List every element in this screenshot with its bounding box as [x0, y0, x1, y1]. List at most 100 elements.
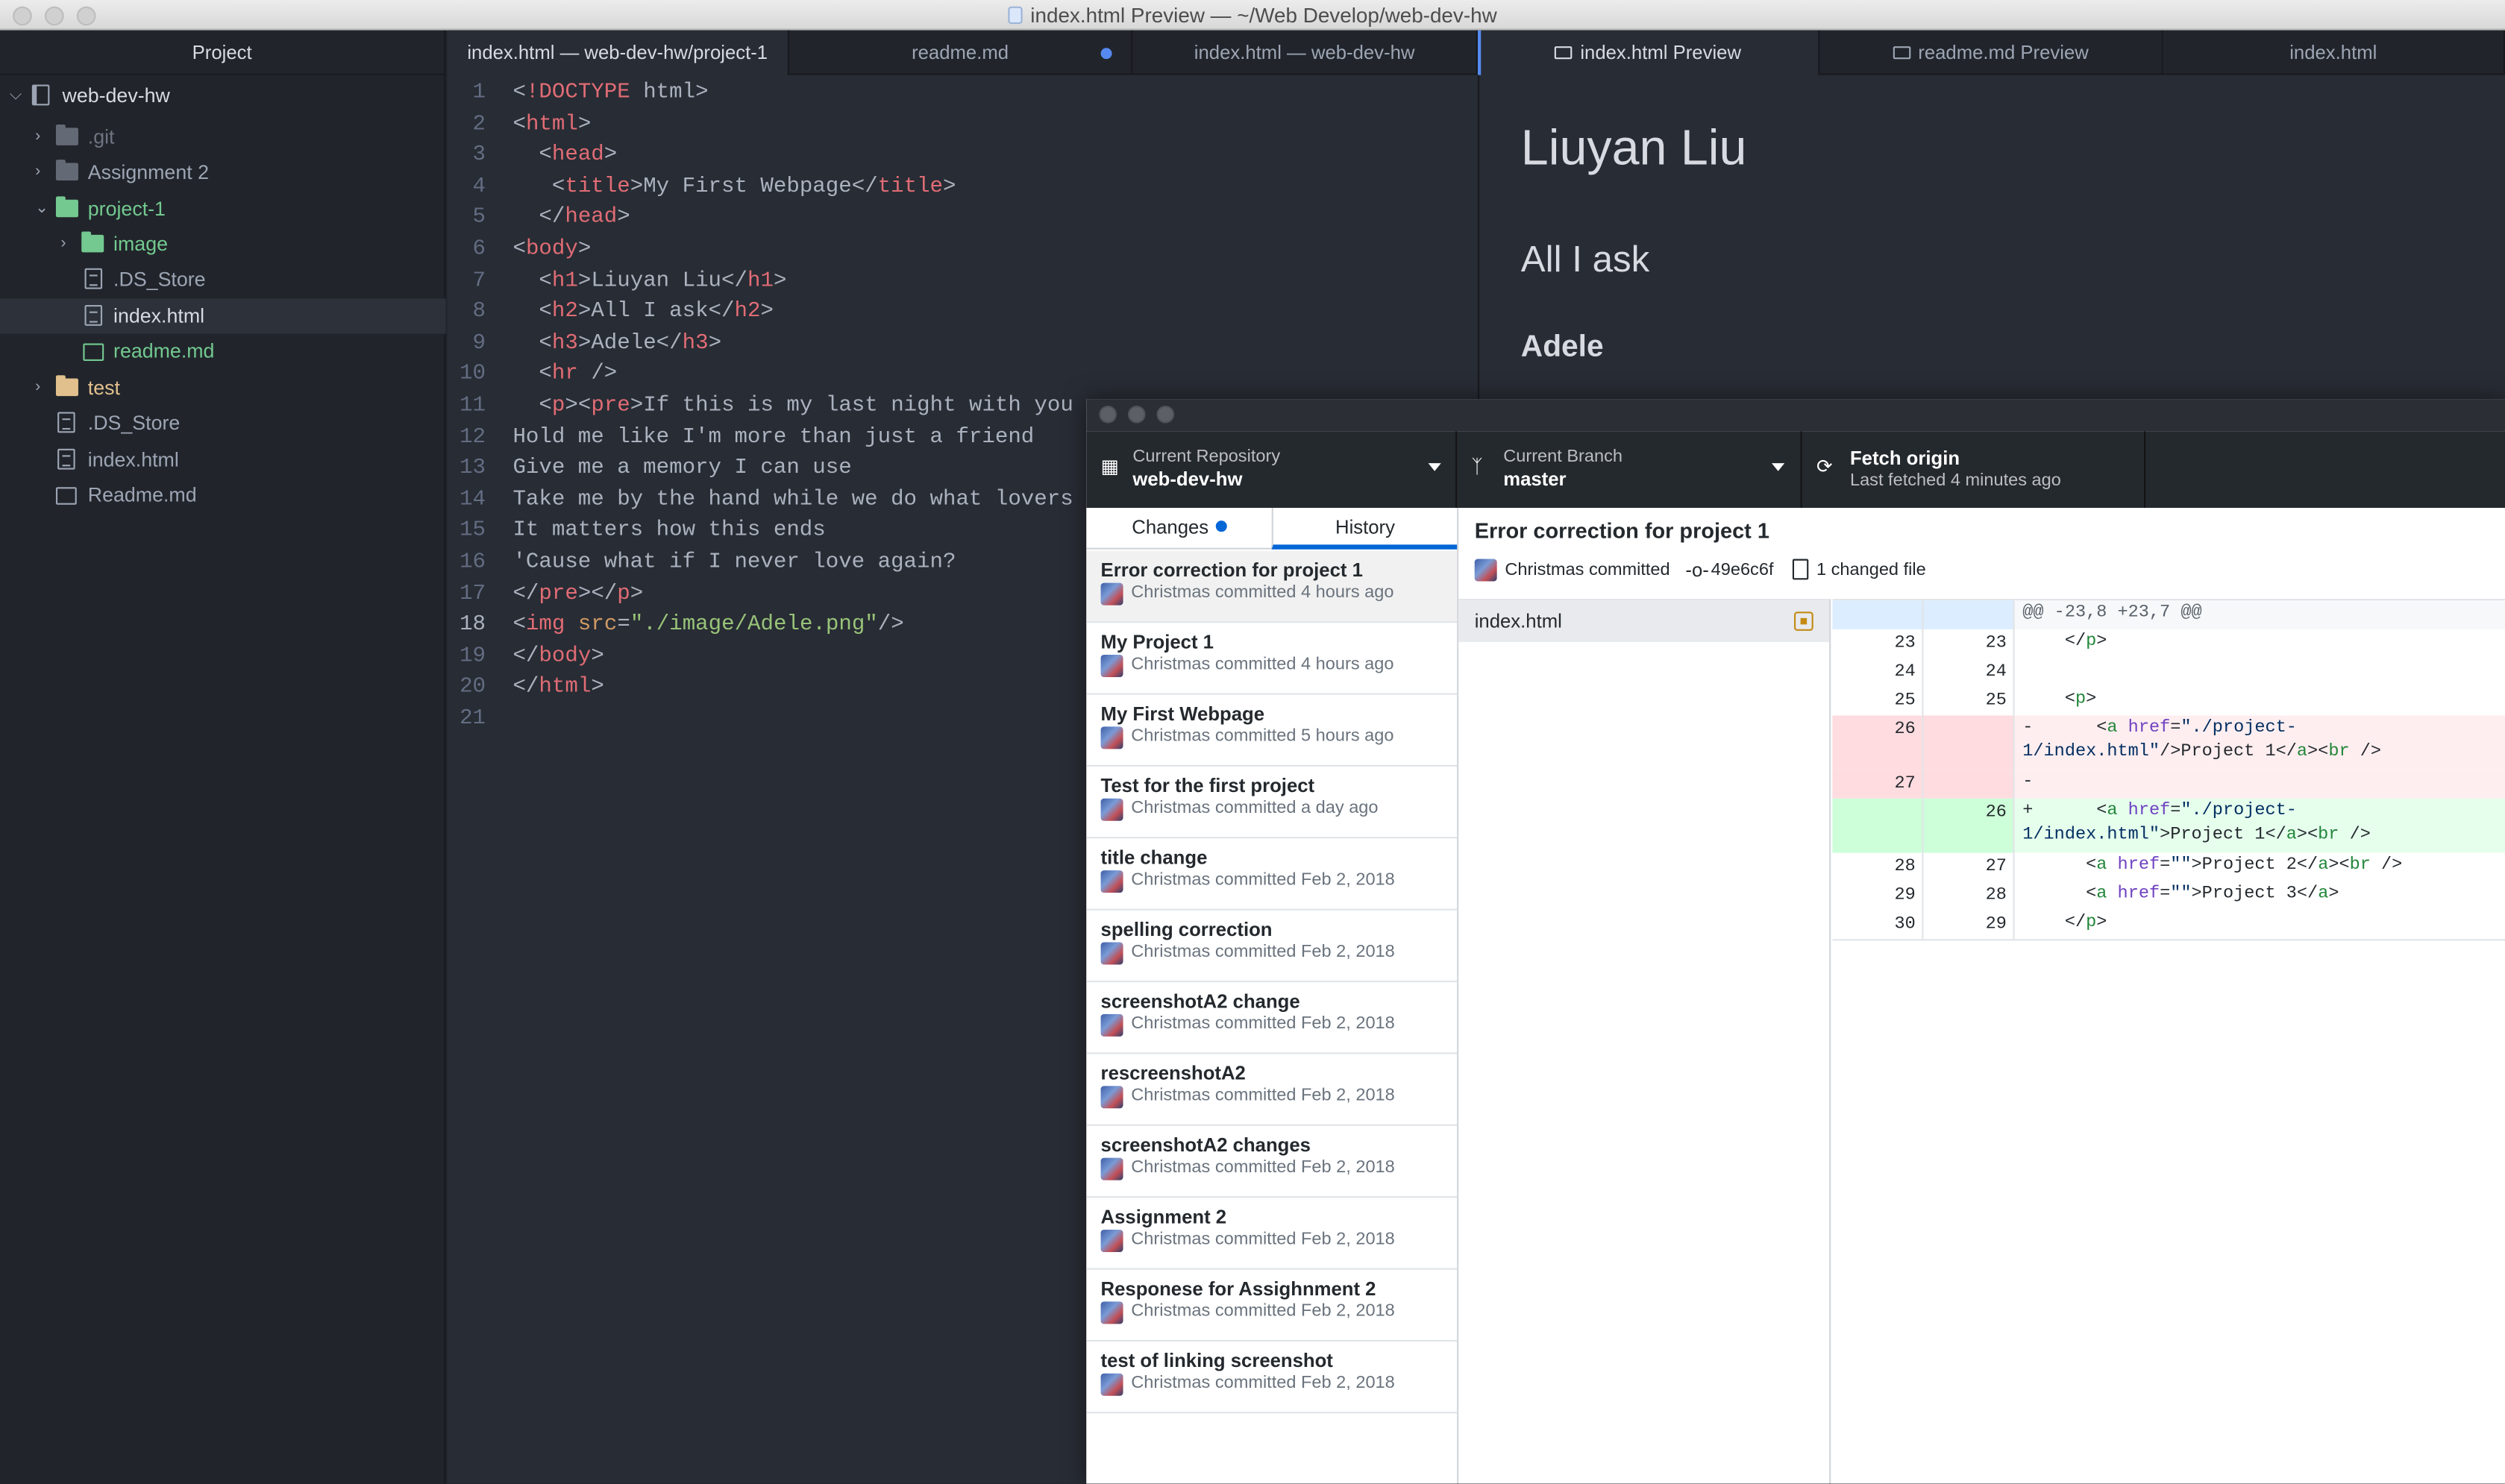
diff-line[interactable]: 28 27 <a href="">Project 2</a><br /> [1832, 852, 2505, 882]
code-text: <title>My First Webpage</title> [512, 175, 956, 200]
preview-heading-3: Adele [1520, 330, 1604, 365]
avatar [1100, 1013, 1123, 1037]
avatar [1474, 559, 1497, 582]
folder-icon [55, 125, 78, 145]
commit-icon: -o- [1685, 559, 1709, 582]
tree-item-folder[interactable]: ⌄ project-1 [0, 192, 446, 227]
diff-line-text: - <a href="./project-1/index.html"/>Proj… [2022, 718, 2382, 761]
chevron-down-icon: ⌵ [9, 86, 22, 104]
diff-line[interactable]: 27 - [1832, 770, 2505, 799]
chevron-right-icon: › [60, 234, 66, 253]
code-text: <h2>All I ask</h2> [512, 300, 774, 324]
tab-index-html-web-dev-hw[interactable]: index.html — web-dev-hw [1132, 30, 1478, 75]
line-number: 9 [472, 332, 486, 356]
new-line-number: 24 [1923, 658, 2015, 687]
current-repository-button[interactable]: ▦ Current Repository web-dev-hw [1086, 431, 1458, 509]
new-line-number: 28 [1923, 881, 2015, 911]
file-icon [84, 268, 103, 289]
line-number: 13 [460, 456, 486, 481]
commit-list-meta: Christmas committed Feb 2, 2018 [1131, 1373, 1395, 1393]
diff-line[interactable]: 29 28 <a href="">Project 3</a> [1832, 881, 2505, 911]
commit-list-meta: Christmas committed Feb 2, 2018 [1131, 1301, 1395, 1321]
old-line-number: 25 [1832, 686, 1924, 716]
chevron-down-icon: ⌄ [35, 199, 49, 218]
code-text: <body> [512, 238, 592, 262]
document-icon [1008, 6, 1023, 25]
tab-index-html[interactable]: index.html [2163, 30, 2505, 75]
fetch-origin-button[interactable]: ⟳ Fetch origin Last fetched 4 minutes ag… [1802, 431, 2146, 509]
tree-item-file[interactable]: Readme.md [0, 477, 446, 512]
zoom-window-button[interactable] [1156, 405, 1175, 424]
diff-line[interactable]: @@ -23,8 +23,7 @@ [1832, 600, 2505, 629]
diff-line[interactable]: 30 29 </p> [1832, 910, 2505, 940]
tree-item-folder[interactable]: › .git [0, 120, 446, 155]
diff-line[interactable]: 23 23 </p> [1832, 629, 2505, 658]
code-text: <p><pre>If this is my last night with yo… [512, 394, 1073, 419]
minimize-window-button[interactable] [1127, 405, 1146, 424]
tree-item-folder[interactable]: › test [0, 371, 446, 406]
commit-list-item[interactable]: spelling correction Christmas committed F… [1086, 911, 1458, 983]
tab-bar: index.html — web-dev-hw/project-1 readme… [447, 30, 2505, 77]
changes-indicator-dot-icon [1214, 521, 1226, 532]
code-text: Hold me like I'm more than just a friend [512, 426, 1035, 450]
new-line-number: 29 [1923, 910, 2015, 940]
tab-changes[interactable]: Changes [1086, 508, 1271, 550]
commit-list-item[interactable]: My Project 1 Christmas committed 4 hours … [1086, 623, 1458, 695]
diff-line-text: </p> [2022, 913, 2107, 933]
diff-line-text: @@ -23,8 +23,7 @@ [2022, 603, 2202, 623]
commit-sha[interactable]: 49e6c6f [1711, 561, 1774, 580]
line-number: 15 [460, 519, 486, 544]
changed-files-count: 1 changed file [1816, 560, 1926, 580]
commit-list-meta: Christmas committed 4 hours ago [1131, 582, 1394, 603]
commit-list-item[interactable]: Test for the first project Christmas comm… [1086, 767, 1458, 839]
repo-icon [31, 84, 50, 106]
file-icon [57, 412, 75, 433]
diff-line[interactable]: 25 25 <p> [1832, 686, 2505, 716]
commit-list-meta: Christmas committed Feb 2, 2018 [1131, 1013, 1395, 1034]
commit-detail-panel: Error correction for project 1 Christmas… [1458, 508, 2505, 1484]
tab-index-html-project-1[interactable]: index.html — web-dev-hw/project-1 [447, 30, 789, 77]
commit-list-item[interactable]: test of linking screenshot Christmas comm… [1086, 1342, 1458, 1414]
chevron-right-icon: › [35, 163, 41, 181]
tree-item-file[interactable]: .DS_Store [0, 406, 446, 441]
new-line-number [1923, 770, 2015, 799]
code-text: <h3>Adele</h3> [512, 332, 722, 356]
new-line-number: 26 [1923, 798, 2015, 853]
code-text: </body> [512, 645, 604, 670]
commit-list-item[interactable]: rescreenshotA2 Christmas committed Feb 2,… [1086, 1054, 1458, 1126]
tab-readme-md[interactable]: readme.md [789, 30, 1133, 75]
folder-icon [81, 231, 104, 253]
tree-item-folder[interactable]: › image [0, 227, 446, 262]
tree-item-file[interactable]: index.html [0, 442, 446, 477]
tree-item-file-selected[interactable]: index.html [0, 298, 446, 334]
current-branch-button[interactable]: ᛉ Current Branch master [1457, 431, 1802, 509]
commit-list-item[interactable]: Responese for Assighnment 2 Christmas com… [1086, 1270, 1458, 1342]
modified-dot-icon [1100, 48, 1112, 60]
commit-list-item[interactable]: title change Christmas committed Feb 2, 2… [1086, 838, 1458, 911]
old-line-number: 27 [1832, 770, 1924, 799]
commit-list-item[interactable]: screenshotA2 changes Christmas committed … [1086, 1126, 1458, 1198]
tree-item-file[interactable]: .DS_Store [0, 262, 446, 297]
tree-item-folder[interactable]: › Assignment 2 [0, 155, 446, 190]
commit-list-title: Responese for Assighnment 2 [1100, 1277, 1376, 1301]
commit-list-item[interactable]: Assignment 2 Christmas committed Feb 2, 2… [1086, 1198, 1458, 1270]
folder-icon [55, 196, 78, 218]
diff-line[interactable]: 26 - <a href="./project-1/index.html"/>Pr… [1832, 715, 2505, 770]
line-number: 20 [460, 675, 486, 700]
close-window-button[interactable] [1099, 405, 1117, 424]
preview-heading-2: All I ask [1520, 238, 1650, 280]
diff-line-text: + <a href="./project-1/index.html">Proje… [2022, 802, 2371, 844]
diff-line[interactable]: 26 + <a href="./project-1/index.html">Pro… [1832, 798, 2505, 853]
tree-item-repo[interactable]: ⌵ web-dev-hw [0, 78, 446, 113]
commit-list-item[interactable]: screenshotA2 change Christmas committed F… [1086, 982, 1458, 1054]
github-desktop-window: ▦ Current Repository web-dev-hw ᛉ Curren… [1086, 399, 2505, 1484]
changed-file-item[interactable]: index.html [1458, 600, 1830, 642]
commit-list-item[interactable]: My First Webpage Christmas committed 5 ho… [1086, 695, 1458, 767]
tab-history[interactable]: History [1271, 508, 1458, 550]
tab-readme-md-preview[interactable]: readme.md Preview [1819, 30, 2163, 75]
commit-list-item[interactable]: Error correction for project 1 Christmas … [1086, 550, 1458, 623]
tree-item-file[interactable]: readme.md [0, 334, 446, 369]
code-text: It matters how this ends [512, 519, 826, 544]
diff-line[interactable]: 24 24 [1832, 658, 2505, 687]
tab-index-html-preview[interactable]: index.html Preview [1477, 30, 1820, 77]
